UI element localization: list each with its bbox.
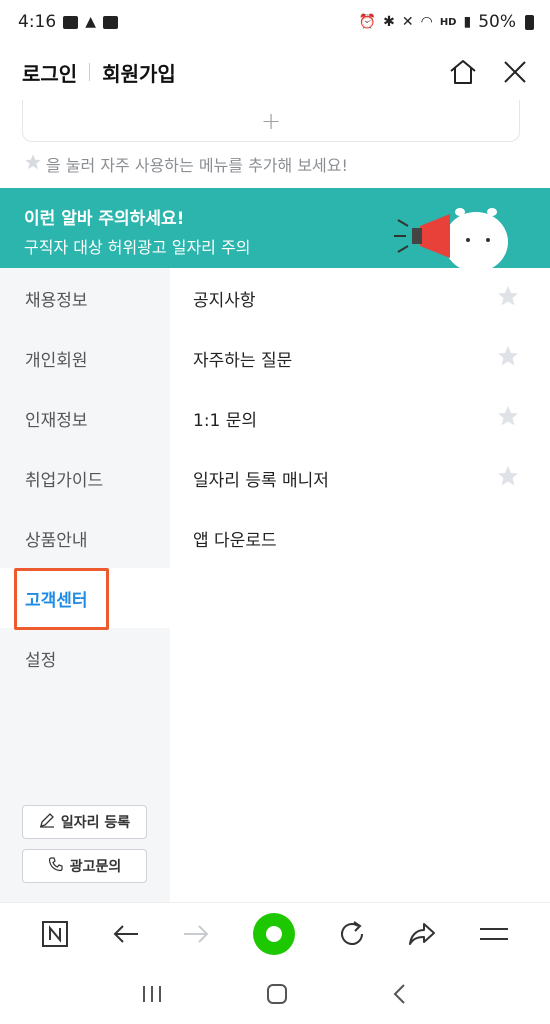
sidebar-item-career-guide[interactable]: 취업가이드 [0,448,170,508]
login-link[interactable]: 로그인 [22,58,77,87]
list-item-label: 자주하는 질문 [193,350,293,371]
home-nav-icon[interactable] [265,982,289,1010]
naver-icon[interactable] [40,919,70,953]
hd-voice-icon: HD [439,16,457,28]
menu-header: 로그인 회원가입 [0,44,550,100]
home-icon[interactable] [448,58,478,86]
pencil-icon [39,812,55,832]
add-icon: + [260,106,282,135]
mute-icon: ✕ [401,14,414,30]
list-item-label: 앱 다운로드 [193,530,277,551]
auth-links: 로그인 회원가입 [22,58,176,87]
refresh-icon[interactable] [337,919,367,953]
star-icon [24,153,42,175]
star-icon[interactable] [496,404,520,433]
category-sidebar: 채용정보 개인회원 인재정보 취업가이드 상품안내 고객센터 설정 일자리 등록… [0,268,170,902]
back-arrow-icon[interactable] [111,922,141,950]
header-actions [448,58,528,86]
share-icon[interactable] [407,920,437,952]
status-right: ⏰ ✱ ✕ ◠ HD ▮ 50% [359,12,534,32]
list-item[interactable]: 자주하는 질문 [170,328,550,388]
list-item-label: 1:1 문의 [193,410,258,431]
sidebar-item-customer-center[interactable]: 고객센터 [0,568,170,628]
list-item[interactable]: 공지사항 [170,268,550,328]
megaphone-mascot-icon [394,208,508,268]
menu-icon[interactable] [478,924,510,948]
sidebar-buttons: 일자리 등록 광고문의 [22,805,147,883]
favorite-hint: 을 눌러 자주 사용하는 메뉴를 추가해 보세요! [24,152,348,176]
star-icon[interactable] [496,344,520,373]
list-item[interactable]: 일자리 등록 매니저 [170,448,550,508]
status-bar: 4:16 ▲ ⏰ ✱ ✕ ◠ HD ▮ 50% [0,0,550,44]
recent-apps-icon[interactable] [140,984,164,1008]
job-post-label: 일자리 등록 [60,815,131,831]
list-item[interactable]: 1:1 문의 [170,388,550,448]
job-post-button[interactable]: 일자리 등록 [22,805,147,839]
status-left: 4:16 ▲ [18,12,118,32]
green-dot-icon[interactable] [252,912,296,960]
wifi-icon: ◠ [420,14,433,30]
forward-arrow-icon[interactable] [181,922,211,950]
add-favorite-button[interactable]: + [22,100,520,142]
sidebar-item-settings[interactable]: 설정 [0,628,170,688]
hint-text: 을 눌러 자주 사용하는 메뉴를 추가해 보세요! [46,156,348,175]
phone-icon [48,856,64,876]
sidebar-item-products[interactable]: 상품안내 [0,508,170,568]
header-divider [89,63,91,81]
system-nav-bar [0,968,550,1024]
gallery-icon [63,15,79,29]
battery-icon [525,14,534,30]
sidebar-item-personal-members[interactable]: 개인회원 [0,328,170,388]
sidebar-item-talent[interactable]: 인재정보 [0,388,170,448]
notification-icon: ▲ [85,14,96,30]
alarm-icon: ⏰ [358,14,377,30]
ad-inquiry-label: 광고문의 [69,859,122,875]
list-item[interactable]: 앱 다운로드 [170,508,550,568]
star-icon[interactable] [496,464,520,493]
status-time: 4:16 [18,12,57,32]
back-nav-icon[interactable] [390,983,410,1009]
warning-banner[interactable]: 이런 알바 주의하세요! 구직자 대상 허위광고 일자리 주의 [0,188,550,268]
star-icon[interactable] [496,284,520,313]
bluetooth-icon: ✱ [383,14,395,30]
signup-link[interactable]: 회원가입 [102,58,176,87]
close-icon[interactable] [502,59,528,85]
list-item-label: 공지사항 [193,290,256,311]
battery-percent: 50% [478,12,516,32]
list-item-label: 일자리 등록 매니저 [193,470,329,491]
ad-inquiry-button[interactable]: 광고문의 [22,849,147,883]
submenu-list: 공지사항 자주하는 질문 1:1 문의 일자리 등록 매니저 앱 다운로드 [170,268,550,902]
signal-icon: ▮ [463,14,472,30]
browser-toolbar [0,902,550,968]
checkbox-icon [102,15,118,29]
sidebar-item-jobs[interactable]: 채용정보 [0,268,170,328]
